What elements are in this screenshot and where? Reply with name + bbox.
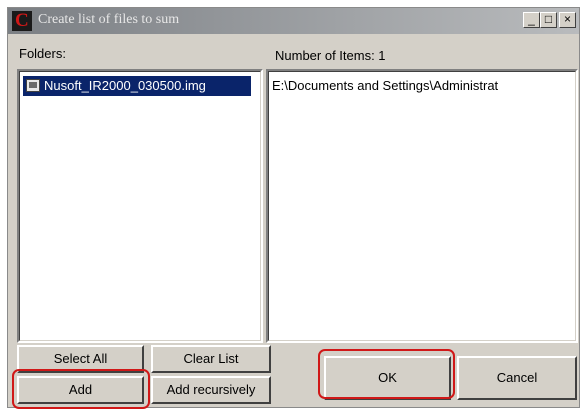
title-bar[interactable]: C Create list of files to sum _ □ × xyxy=(8,8,579,34)
add-button-highlight xyxy=(12,369,150,409)
select-all-label: Select All xyxy=(53,351,108,366)
file-list-item[interactable]: E:\Documents and Settings\Administrat xyxy=(272,76,498,96)
items-list[interactable]: E:\Documents and Settings\Administrat xyxy=(266,69,578,343)
minimize-button[interactable]: _ xyxy=(523,12,540,28)
disk-image-icon xyxy=(26,79,40,92)
window-title: Create list of files to sum xyxy=(38,12,180,27)
clear-list-label: Clear List xyxy=(183,351,239,366)
app-icon: C xyxy=(12,11,32,31)
cancel-button[interactable]: Cancel xyxy=(457,356,577,400)
close-button[interactable]: × xyxy=(559,12,576,28)
folders-list[interactable]: Nusoft_IR2000_030500.img xyxy=(17,69,263,343)
cancel-label: Cancel xyxy=(496,370,538,385)
clear-list-button[interactable]: Clear List xyxy=(151,345,271,373)
add-recursively-button[interactable]: Add recursively xyxy=(151,376,271,404)
maximize-button[interactable]: □ xyxy=(540,12,557,28)
folder-item-label: Nusoft_IR2000_030500.img xyxy=(44,78,206,93)
dialog-window: C Create list of files to sum _ □ × Fold… xyxy=(7,7,580,408)
items-count-label: Number of Items: 1 xyxy=(275,48,386,63)
ok-button-highlight xyxy=(318,349,455,399)
add-recursively-label: Add recursively xyxy=(166,382,256,397)
folder-list-item-selected[interactable]: Nusoft_IR2000_030500.img xyxy=(23,76,251,96)
folders-label: Folders: xyxy=(19,46,66,61)
